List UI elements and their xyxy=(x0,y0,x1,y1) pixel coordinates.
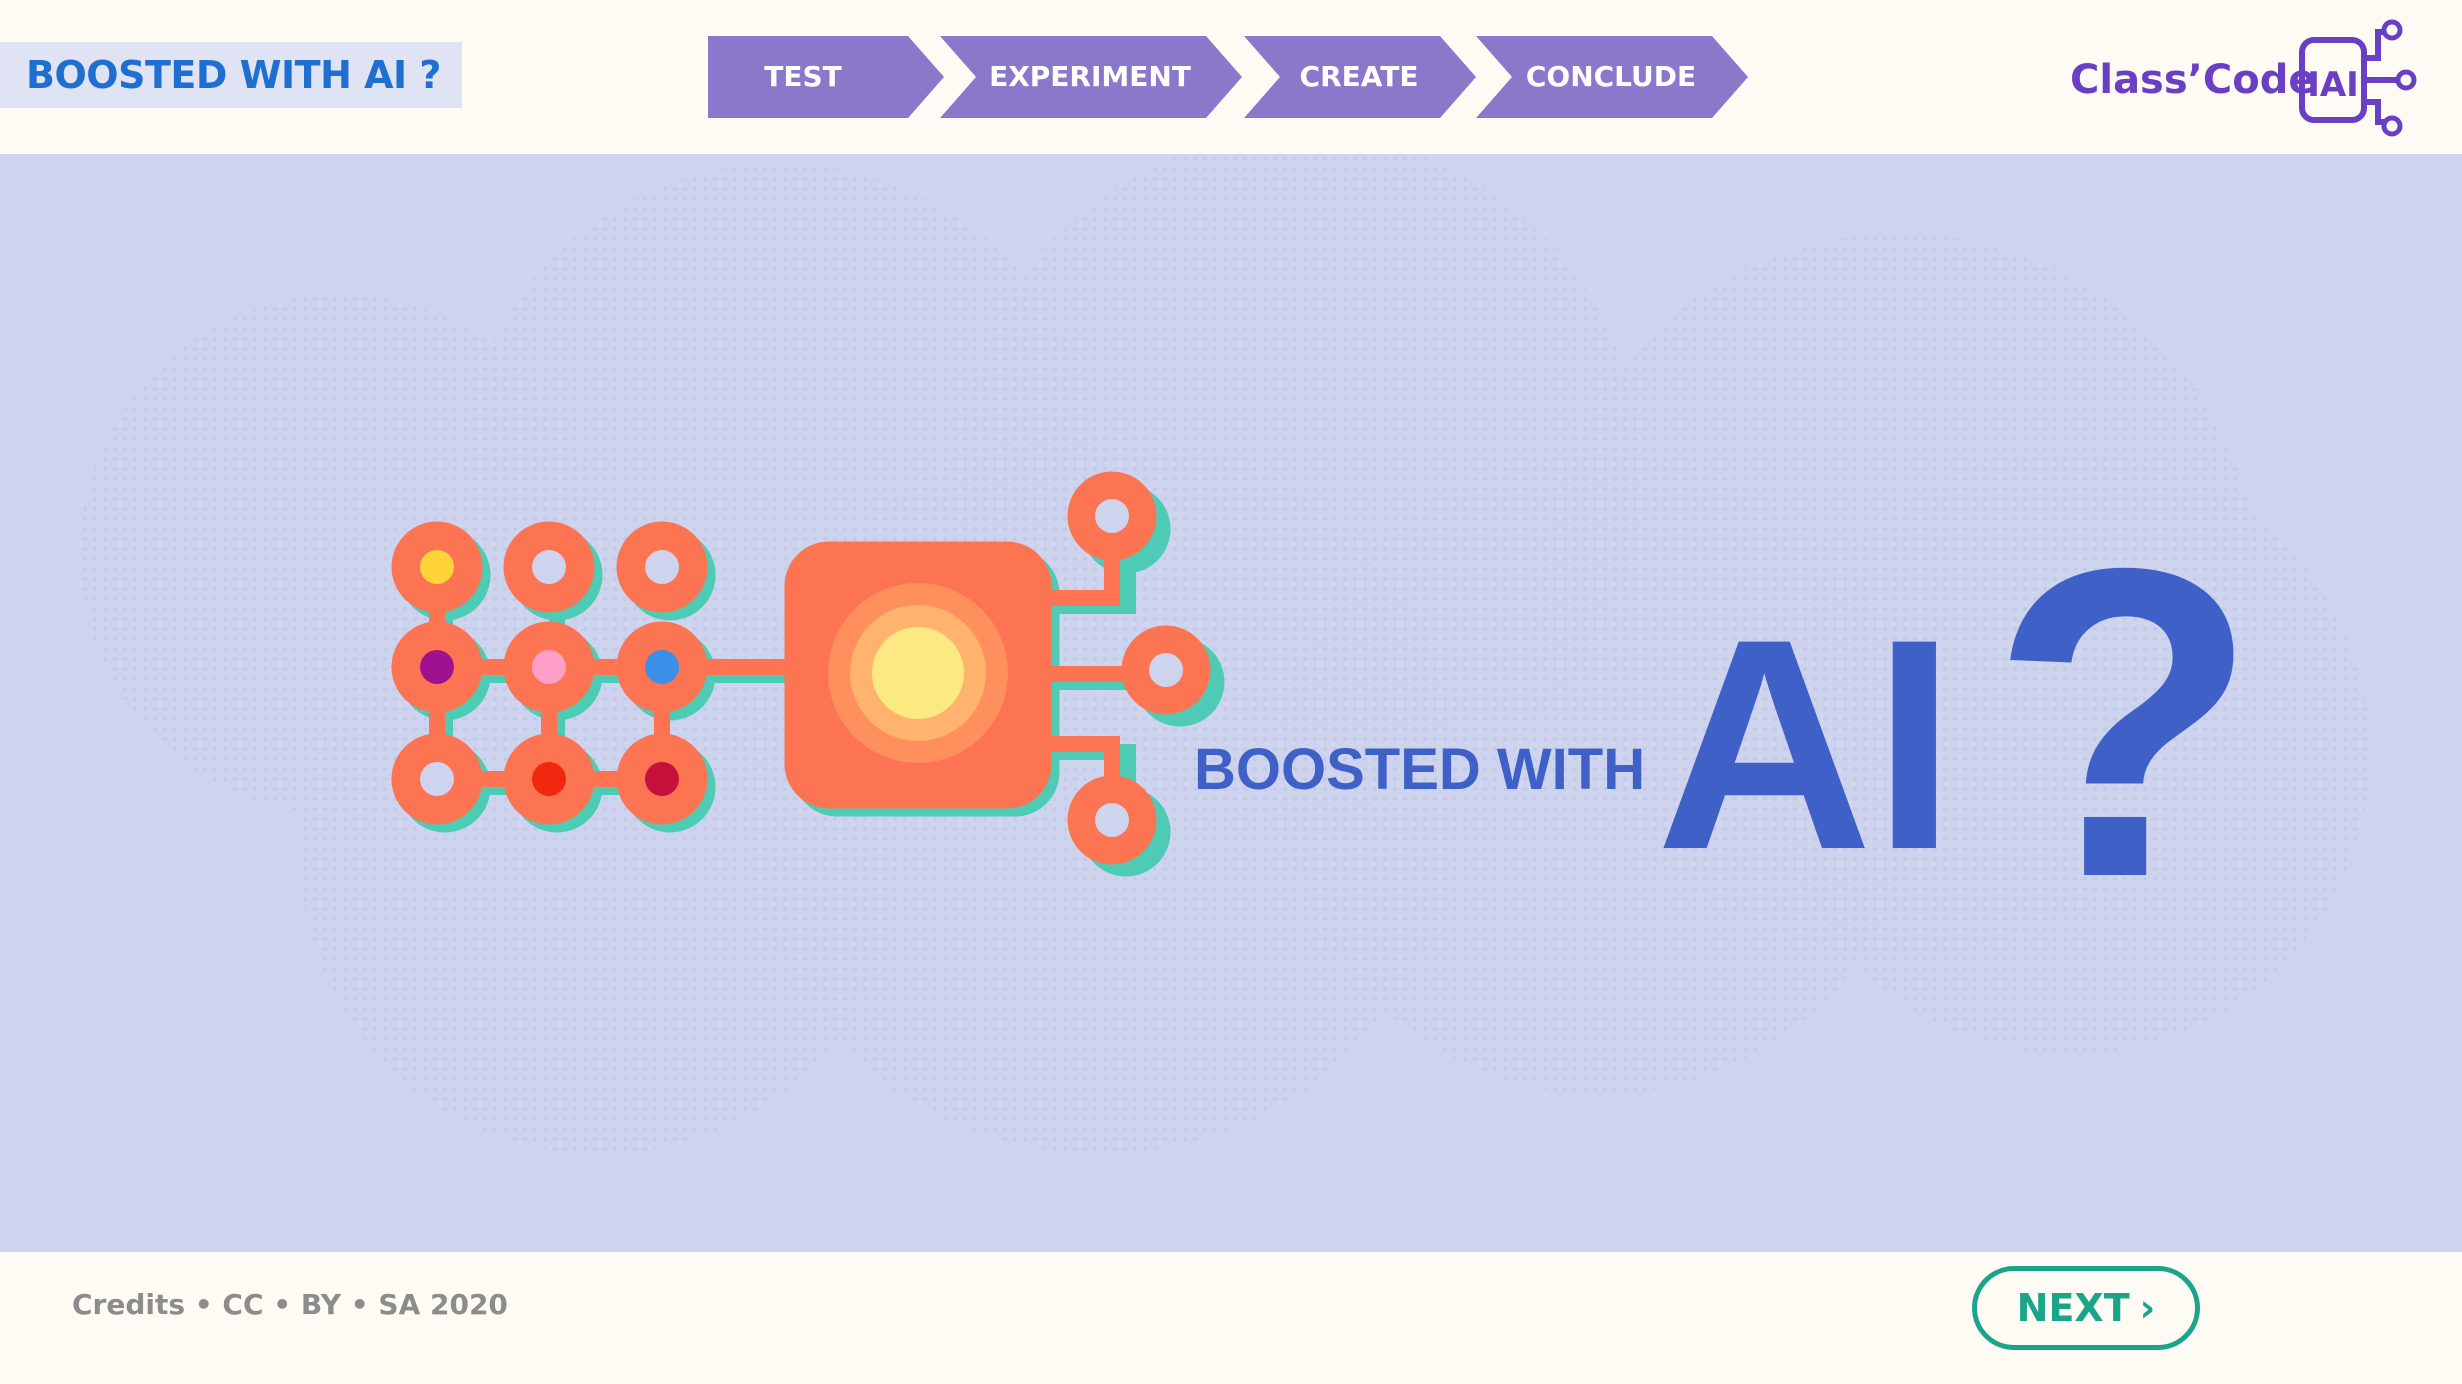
footer: Credits • CC • BY • SA 2020 NEXT › xyxy=(0,1252,2462,1384)
step-create[interactable]: CREATE xyxy=(1244,36,1484,118)
logo-badge-text: IAI xyxy=(2307,65,2359,105)
page-title: BOOSTED WITH AI ? xyxy=(26,53,441,97)
chevron-right-icon: › xyxy=(2139,1286,2156,1330)
hero-subtitle: BOOSTED WITH xyxy=(1194,737,1646,802)
hero-question-mark: ? xyxy=(1990,478,2259,969)
step-experiment[interactable]: EXPERIMENT xyxy=(940,36,1250,118)
next-button[interactable]: NEXT › xyxy=(1972,1266,2200,1350)
hero-stage: BOOSTED WITH AI ? xyxy=(0,154,2462,1252)
classcode-logo: Class’Code IAI xyxy=(2066,18,2426,142)
step-conclude[interactable]: CONCLUDE xyxy=(1476,36,1756,118)
credits-link[interactable]: Credits • CC • BY • SA 2020 xyxy=(72,1288,508,1321)
next-label: NEXT xyxy=(2016,1286,2130,1330)
page-title-box: BOOSTED WITH AI ? xyxy=(0,42,462,108)
step-experiment-label: EXPERIMENT xyxy=(989,60,1191,93)
step-navigation: TEST EXPERIMENT CREATE CONCLUDE xyxy=(708,36,1758,118)
hero-ai-text: AI xyxy=(1656,576,1956,912)
step-create-label: CREATE xyxy=(1299,60,1419,93)
top-bar: BOOSTED WITH AI ? TEST EXPERIMENT CREATE… xyxy=(0,0,2462,154)
step-test[interactable]: TEST xyxy=(708,36,948,118)
step-conclude-label: CONCLUDE xyxy=(1525,60,1697,93)
logo-text: Class’Code xyxy=(2070,57,2316,103)
step-test-label: TEST xyxy=(764,60,842,93)
iai-logo-icon: IAI xyxy=(2299,19,2417,137)
